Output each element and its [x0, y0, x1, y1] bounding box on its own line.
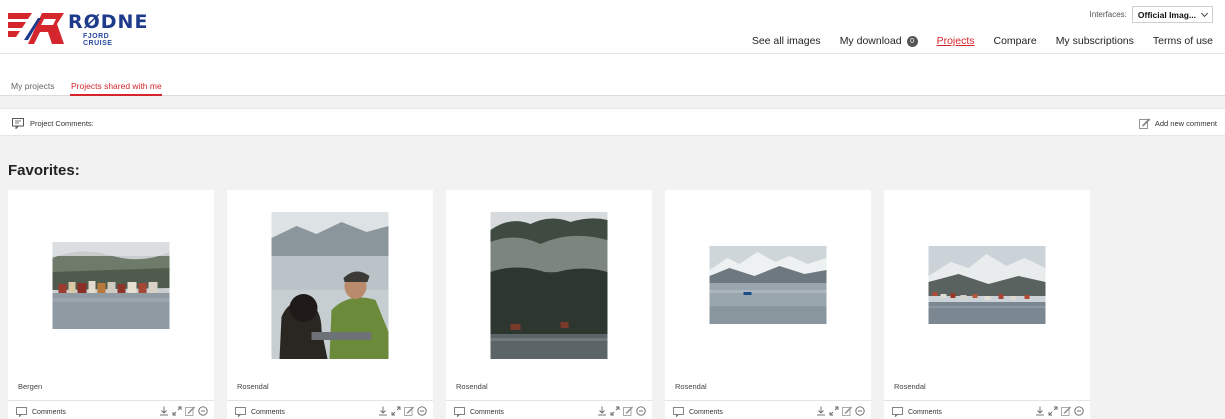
- expand-icon[interactable]: [172, 406, 182, 416]
- download-count-badge: 0: [906, 35, 918, 47]
- edit-icon[interactable]: [1061, 406, 1071, 416]
- favorites-heading: Favorites:: [8, 162, 80, 179]
- card-image[interactable]: [490, 212, 608, 359]
- nav-projects[interactable]: Projects: [937, 35, 975, 47]
- card-comments-button[interactable]: Comments: [673, 407, 723, 417]
- comment-icon: [454, 407, 465, 417]
- brand-name: RØDNE: [68, 11, 149, 33]
- comments-label: Comments: [32, 408, 66, 416]
- edit-icon: [1138, 118, 1150, 129]
- card-actions: [378, 406, 427, 416]
- card-image[interactable]: [709, 246, 827, 324]
- brand-logo[interactable]: RØDNE FJORD CRUISE: [8, 10, 147, 47]
- header: RØDNE FJORD CRUISE Interfaces: Official …: [0, 0, 1225, 54]
- favorite-card: Bergen Comments: [8, 190, 214, 419]
- card-actions: [816, 406, 865, 416]
- comments-label: Comments: [470, 408, 504, 416]
- chevron-down-icon: [1200, 9, 1209, 17]
- nav-label: My subscriptions: [1055, 35, 1134, 47]
- comment-icon: [16, 407, 27, 417]
- favorite-card: Rosendal Comments: [884, 190, 1090, 419]
- download-icon[interactable]: [378, 406, 388, 416]
- remove-icon[interactable]: [636, 406, 646, 416]
- remove-icon[interactable]: [1074, 406, 1084, 416]
- card-footer: Comments: [884, 400, 1090, 419]
- download-icon[interactable]: [159, 406, 169, 416]
- project-comments[interactable]: Project Comments:: [12, 118, 94, 129]
- comment-icon: [673, 407, 684, 417]
- card-image[interactable]: [52, 242, 170, 329]
- favorite-card: Rosendal Comments: [227, 190, 433, 419]
- card-actions: [159, 406, 208, 416]
- download-icon[interactable]: [597, 406, 607, 416]
- project-tabs: My projects Projects shared with me: [0, 54, 1225, 96]
- tab-my-projects[interactable]: My projects: [11, 81, 54, 91]
- nav-see-all-images[interactable]: See all images: [752, 35, 821, 47]
- card-title: Bergen: [18, 382, 43, 391]
- remove-icon[interactable]: [417, 406, 427, 416]
- card-title: Rosendal: [894, 382, 926, 391]
- expand-icon[interactable]: [610, 406, 620, 416]
- card-title: Rosendal: [456, 382, 488, 391]
- card-comments-button[interactable]: Comments: [16, 407, 66, 417]
- download-icon[interactable]: [816, 406, 826, 416]
- card-comments-button[interactable]: Comments: [454, 407, 504, 417]
- card-actions: [1035, 406, 1084, 416]
- brand-subtitle: FJORD CRUISE: [83, 33, 113, 47]
- favorite-card: Rosendal Comments: [665, 190, 871, 419]
- edit-icon[interactable]: [623, 406, 633, 416]
- card-title: Rosendal: [237, 382, 269, 391]
- active-tab-indicator: [70, 94, 162, 96]
- brand-logo-mark: [8, 10, 64, 44]
- edit-icon[interactable]: [842, 406, 852, 416]
- remove-icon[interactable]: [855, 406, 865, 416]
- comments-label: Comments: [908, 408, 942, 416]
- nav-my-subscriptions[interactable]: My subscriptions: [1056, 35, 1134, 47]
- interfaces-selected-value: Official Imag...: [1137, 9, 1196, 20]
- comment-icon: [12, 118, 24, 129]
- edit-icon[interactable]: [185, 406, 195, 416]
- card-comments-button[interactable]: Comments: [235, 407, 285, 417]
- expand-icon[interactable]: [391, 406, 401, 416]
- comment-icon: [235, 407, 246, 417]
- expand-icon[interactable]: [1048, 406, 1058, 416]
- comments-label: Comments: [689, 408, 723, 416]
- card-comments-button[interactable]: Comments: [892, 407, 942, 417]
- card-footer: Comments: [446, 400, 652, 419]
- expand-icon[interactable]: [829, 406, 839, 416]
- interfaces-label: Interfaces:: [1089, 10, 1127, 19]
- card-image[interactable]: [271, 212, 389, 359]
- card-image[interactable]: [928, 246, 1046, 324]
- tab-projects-shared-with-me[interactable]: Projects shared with me: [71, 81, 162, 91]
- comment-icon: [892, 407, 903, 417]
- interfaces-switcher: Interfaces: Official Imag...: [1090, 6, 1213, 23]
- main-nav: See all images My download 0 Projects Com…: [733, 35, 1213, 47]
- add-new-comment-button[interactable]: Add new comment: [1138, 118, 1217, 129]
- nav-label: My download: [839, 35, 902, 47]
- nav-terms-of-use[interactable]: Terms of use: [1153, 35, 1213, 47]
- card-actions: [597, 406, 646, 416]
- edit-icon[interactable]: [404, 406, 414, 416]
- nav-my-download[interactable]: My download 0: [840, 35, 918, 47]
- interfaces-select[interactable]: Official Imag...: [1131, 6, 1213, 23]
- card-footer: Comments: [8, 400, 214, 419]
- comments-label: Comments: [251, 408, 285, 416]
- card-footer: Comments: [227, 400, 433, 419]
- card-title: Rosendal: [675, 382, 707, 391]
- nav-label: Terms of use: [1152, 35, 1213, 47]
- nav-label: Compare: [993, 35, 1037, 47]
- nav-label: See all images: [751, 35, 821, 47]
- nav-compare[interactable]: Compare: [994, 35, 1037, 47]
- add-new-comment-label: Add new comment: [1154, 119, 1217, 128]
- project-comments-bar: Project Comments: Add new comment: [0, 108, 1225, 136]
- remove-icon[interactable]: [198, 406, 208, 416]
- project-comments-label: Project Comments:: [30, 119, 94, 128]
- download-icon[interactable]: [1035, 406, 1045, 416]
- card-footer: Comments: [665, 400, 871, 419]
- favorite-card: Rosendal Comments: [446, 190, 652, 419]
- nav-label: Projects: [936, 35, 975, 47]
